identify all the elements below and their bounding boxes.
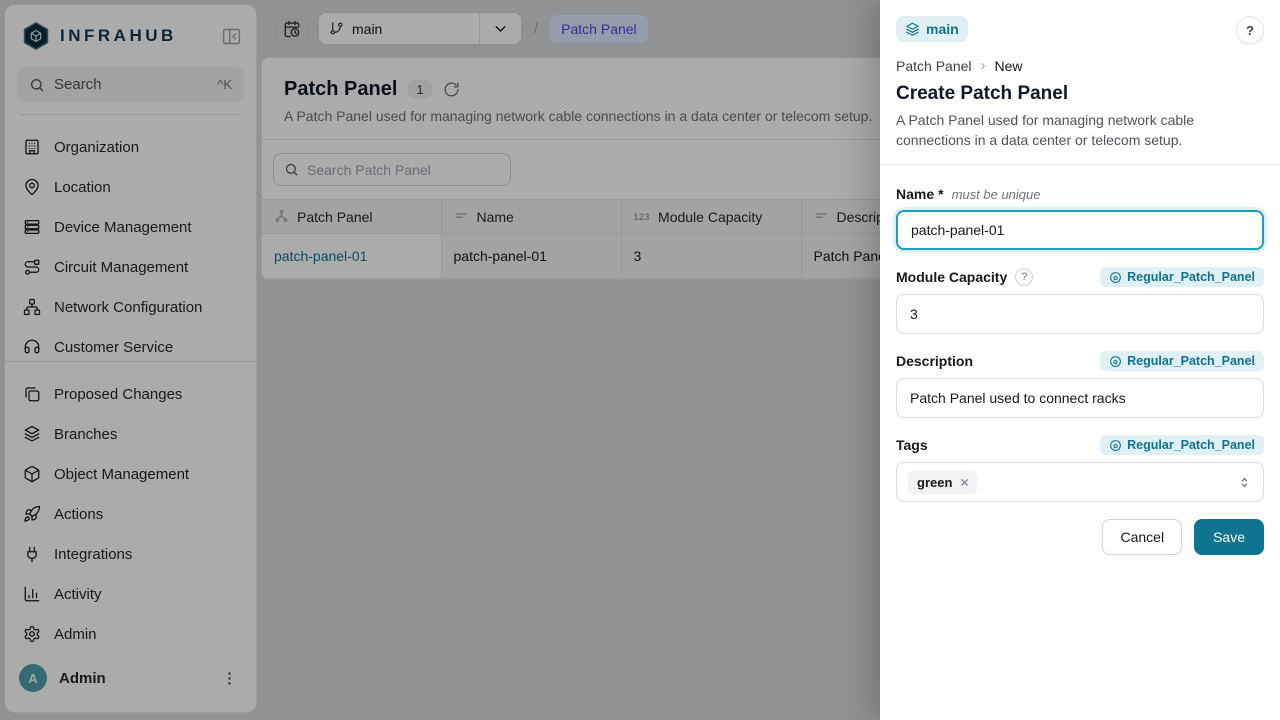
tag-chip-label: green	[917, 475, 952, 490]
tag-chip-green: green	[908, 471, 977, 494]
field-tags: Tags Regular_Patch_Panel green	[896, 435, 1264, 502]
module-capacity-label: Module Capacity	[896, 269, 1007, 285]
breadcrumb-parent: Patch Panel	[896, 58, 972, 74]
profile-badge-label: Regular_Patch_Panel	[1127, 354, 1255, 368]
create-patch-panel-drawer: main ? Patch Panel › New Create Patch Pa…	[880, 0, 1280, 720]
profile-badge-label: Regular_Patch_Panel	[1127, 438, 1255, 452]
profile-badge[interactable]: Regular_Patch_Panel	[1100, 435, 1264, 455]
form-actions: Cancel Save	[896, 519, 1264, 555]
remove-tag-icon[interactable]	[959, 477, 970, 488]
help-button[interactable]: ?	[1236, 16, 1264, 44]
tags-select[interactable]: green	[896, 462, 1264, 502]
chevrons-up-down-icon	[1237, 475, 1252, 490]
name-hint: must be unique	[952, 187, 1041, 202]
save-button[interactable]: Save	[1194, 519, 1264, 555]
profile-icon	[1109, 271, 1122, 284]
drawer-header: main ? Patch Panel › New Create Patch Pa…	[880, 0, 1280, 165]
create-form: Name * must be unique Module Capacity ? …	[880, 165, 1280, 555]
cancel-button[interactable]: Cancel	[1102, 519, 1182, 555]
description-label: Description	[896, 353, 973, 369]
name-label: Name	[896, 186, 934, 202]
breadcrumb-current: New	[995, 58, 1023, 74]
required-mark: *	[938, 186, 943, 202]
module-capacity-input[interactable]	[896, 294, 1264, 334]
profile-badge[interactable]: Regular_Patch_Panel	[1100, 351, 1264, 371]
chevron-right-icon: ›	[981, 57, 986, 74]
drawer-title: Create Patch Panel	[896, 83, 1264, 105]
tags-label: Tags	[896, 437, 928, 453]
help-tooltip-icon[interactable]: ?	[1015, 268, 1033, 286]
field-description: Description Regular_Patch_Panel	[896, 351, 1264, 418]
field-module-capacity: Module Capacity ? Regular_Patch_Panel	[896, 267, 1264, 334]
drawer-breadcrumb: Patch Panel › New	[896, 57, 1264, 74]
profile-badge[interactable]: Regular_Patch_Panel	[1100, 267, 1264, 287]
name-input[interactable]	[896, 210, 1264, 250]
branch-badge-label: main	[926, 21, 959, 37]
description-input[interactable]	[896, 378, 1264, 418]
branch-badge: main	[896, 16, 968, 42]
profile-icon	[1109, 439, 1122, 452]
profile-badge-label: Regular_Patch_Panel	[1127, 270, 1255, 284]
field-name: Name * must be unique	[896, 185, 1264, 250]
drawer-description: A Patch Panel used for managing network …	[896, 110, 1264, 164]
profile-icon	[1109, 355, 1122, 368]
layers-icon	[905, 22, 920, 37]
